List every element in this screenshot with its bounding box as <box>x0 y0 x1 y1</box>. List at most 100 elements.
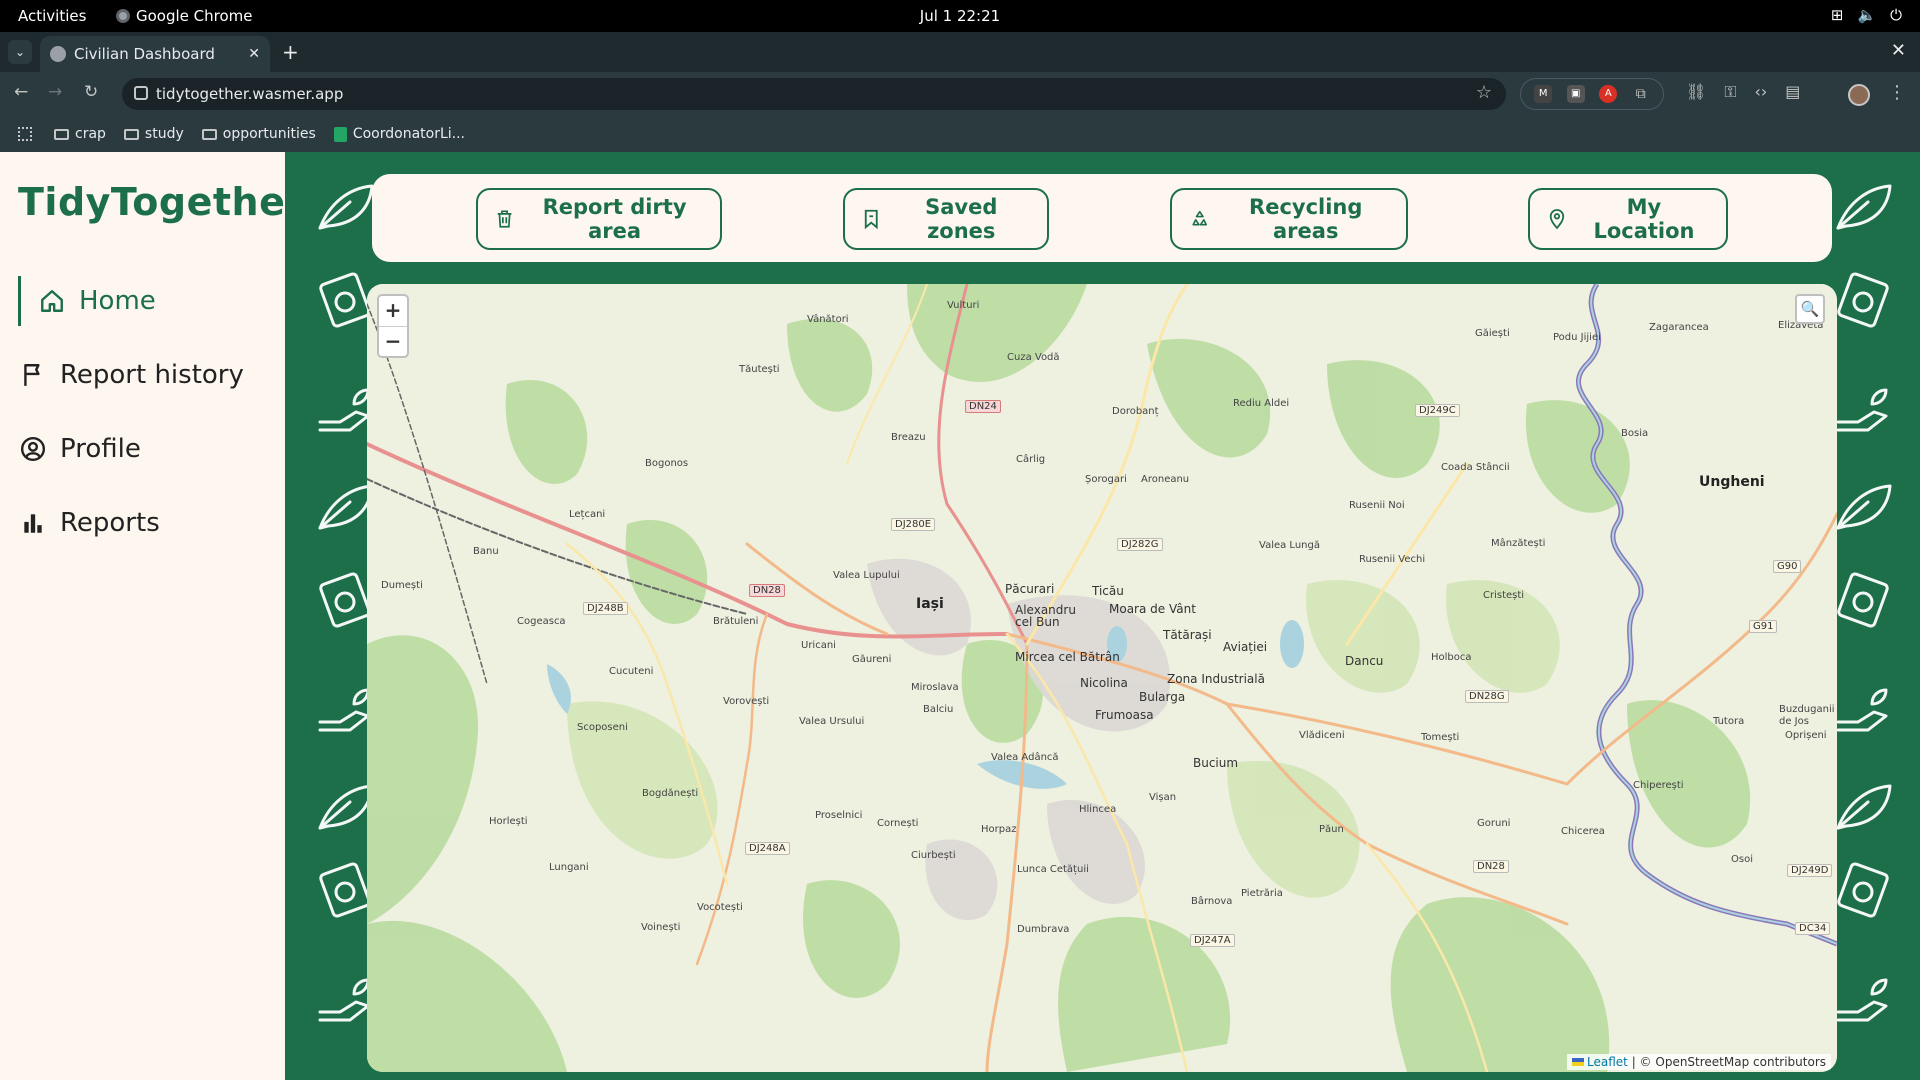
extensions-group: M ▣ A ⧉ <box>1520 78 1664 110</box>
map-label: Bosia <box>1621 428 1649 439</box>
map-label: Valea Adâncă <box>991 752 1059 763</box>
site-info-icon[interactable] <box>134 86 148 100</box>
hand-plant-icon <box>1836 978 1888 1022</box>
map-label: Lungani <box>549 862 589 873</box>
map-label: Zona Industrială <box>1167 672 1265 686</box>
back-icon[interactable]: ← <box>14 82 28 102</box>
activities-button[interactable]: Activities <box>18 7 86 25</box>
tab-title: Civilian Dashboard <box>74 45 215 63</box>
chrome-menu-icon[interactable]: ⋮ <box>1888 82 1906 103</box>
map-label: Pietrăria <box>1241 888 1283 899</box>
map-label: Zagarancea <box>1649 322 1709 333</box>
map-label: Frumoasa <box>1095 708 1154 722</box>
app-logo[interactable]: TidyTogether <box>18 180 305 224</box>
tab-favicon-icon <box>50 46 66 62</box>
devtools-code-icon[interactable]: ‹› <box>1755 82 1768 102</box>
side-panel-icon[interactable]: ▤ <box>1785 82 1800 102</box>
map-label: Moara de Vânt <box>1109 602 1196 616</box>
hand-plant-icon <box>1836 388 1888 432</box>
bookmark-star-icon[interactable]: ☆ <box>1476 82 1492 103</box>
my-location-button[interactable]: My Location <box>1528 188 1728 250</box>
map-label: Hlincea <box>1079 804 1117 815</box>
map-label: Vânători <box>807 314 849 325</box>
map-label: Cuza Vodă <box>1007 352 1060 363</box>
app-name: Google Chrome <box>136 7 253 25</box>
extensions-puzzle-icon[interactable]: ⧉ <box>1632 85 1650 103</box>
extension-reader-icon[interactable]: ▣ <box>1566 85 1585 103</box>
map-label: Chiperești <box>1633 780 1684 791</box>
road-shield: DJ248B <box>583 602 628 615</box>
volume-icon: 🔈 <box>1857 6 1877 24</box>
browser-toolbar: ← → ↻ tidytogether.wasmer.app ☆ M ▣ A ⧉ … <box>0 72 1920 116</box>
sheets-icon <box>333 126 347 142</box>
home-icon <box>41 290 63 312</box>
map-label: Osoi <box>1731 854 1753 865</box>
map-label: Rusenii Vechi <box>1359 554 1426 565</box>
apps-grid-icon[interactable] <box>18 127 32 141</box>
map[interactable]: Iași Ungheni Vânători Vulturi Cuza Vodă … <box>367 284 1837 1072</box>
map-label: Nicolina <box>1080 676 1128 690</box>
bookmarks-bar: crap study opportunities CoordonatorLi..… <box>0 116 1920 152</box>
sidebar-item-reports[interactable]: Reports <box>18 498 268 548</box>
clock[interactable]: Jul 1 22:21 <box>0 7 1920 25</box>
tab-close-icon[interactable]: ✕ <box>248 46 260 62</box>
saved-zones-button[interactable]: Saved zones <box>843 188 1049 250</box>
map-label: Vișan <box>1149 792 1177 803</box>
map-label: Uricani <box>801 640 836 651</box>
password-key-icon[interactable]: ⚿ <box>1724 82 1736 102</box>
bookmark-folder-crap[interactable]: crap <box>54 126 106 142</box>
map-label: Brătuleni <box>713 616 759 627</box>
hand-plant-icon <box>318 978 370 1022</box>
map-label: Lunca Cetățuii <box>1017 864 1089 875</box>
map-label: Scoposeni <box>577 722 628 733</box>
report-dirty-area-button[interactable]: Report dirty area <box>476 188 722 250</box>
bookmark-coordonator[interactable]: CoordonatorLi... <box>333 126 465 142</box>
reload-icon[interactable]: ↻ <box>84 82 98 102</box>
map-label: Găiești <box>1475 328 1510 339</box>
map-label: Ticău <box>1092 584 1124 598</box>
sidebar-item-home[interactable]: Home <box>18 276 268 326</box>
hand-plant-icon <box>1836 688 1888 732</box>
link-icon[interactable]: ⛓ <box>1686 82 1706 102</box>
map-label: Valea Lupului <box>833 570 900 581</box>
bookmark-folder-study[interactable]: study <box>123 126 184 142</box>
map-label: Proselnici <box>815 810 863 821</box>
button-label: My Location <box>1593 195 1695 243</box>
app-menu[interactable]: Google Chrome <box>116 7 253 25</box>
map-label: Păcurari <box>1005 582 1055 596</box>
map-label: Vulturi <box>947 300 980 311</box>
flag-icon <box>24 364 40 386</box>
forward-icon[interactable]: → <box>48 82 62 102</box>
leaflet-link[interactable]: Leaflet <box>1587 1055 1628 1069</box>
map-label: Cucuteni <box>609 666 654 677</box>
system-tray[interactable]: ⊞ 🔈 ⏻ <box>1831 6 1902 24</box>
map-label: Ungheni <box>1699 474 1765 490</box>
sidebar-item-report-history[interactable]: Report history <box>18 350 268 400</box>
page: TidyTogether Home Report history Profile… <box>0 152 1920 1080</box>
map-label: Aviației <box>1223 640 1268 654</box>
adblock-icon[interactable]: A <box>1599 85 1618 103</box>
zoom-in-button[interactable]: + <box>379 296 407 326</box>
sidebar-item-profile[interactable]: Profile <box>18 424 268 474</box>
ukraine-flag-icon <box>1572 1058 1585 1066</box>
window-close-icon[interactable]: ✕ <box>1891 40 1906 61</box>
tab-search-button[interactable]: ⌄ <box>8 40 32 64</box>
bookmark-folder-opportunities[interactable]: opportunities <box>201 126 316 142</box>
new-tab-button[interactable]: + <box>282 40 299 64</box>
road-shield: DJ248A <box>745 842 790 855</box>
trash-icon <box>497 210 512 228</box>
toolbar-icons: ⛓ ⚿ ‹› ▤ <box>1686 82 1800 102</box>
profile-avatar[interactable] <box>1848 84 1870 106</box>
map-label: Găureni <box>852 654 892 665</box>
browser-tab[interactable]: Civilian Dashboard ✕ <box>40 36 270 72</box>
map-attribution: Leaflet | © OpenStreetMap contributors <box>1567 1054 1831 1070</box>
zoom-out-button[interactable]: − <box>379 326 407 356</box>
recycling-areas-button[interactable]: Recycling areas <box>1170 188 1408 250</box>
map-label: Ciurbești <box>911 850 956 861</box>
extension-m-icon[interactable]: M <box>1534 85 1553 103</box>
address-bar[interactable]: tidytogether.wasmer.app ☆ <box>122 78 1506 110</box>
map-search-icon[interactable]: 🔍 <box>1795 294 1825 324</box>
map-label: Tutora <box>1713 716 1745 727</box>
recycle-bin-icon <box>1837 572 1889 628</box>
map-label: Goruni <box>1477 818 1511 829</box>
